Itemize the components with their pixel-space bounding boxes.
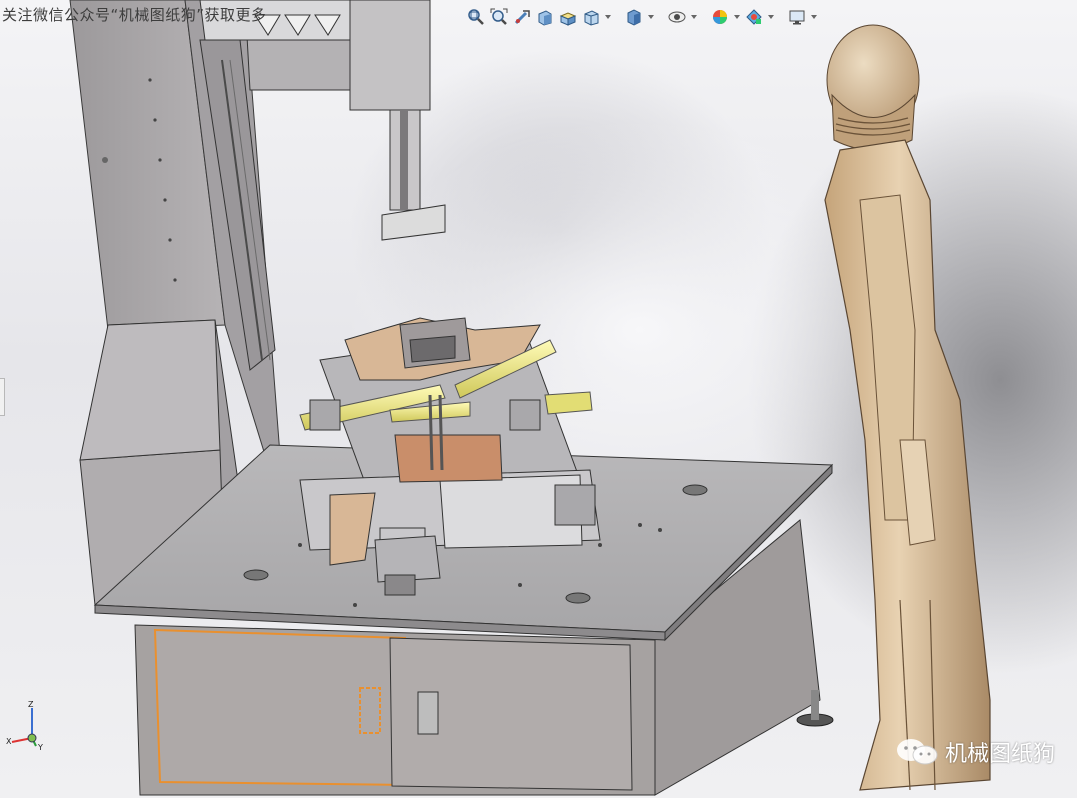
apply-scene-dropdown[interactable] [767, 7, 775, 27]
view-settings-icon[interactable] [787, 7, 807, 27]
edit-appearance-dropdown[interactable] [733, 7, 741, 27]
graphics-viewport[interactable]: 关注微信公众号“机械图纸狗”获取更多 Z X Y 机械图纸狗 [0, 0, 1077, 798]
display-style-icon[interactable] [624, 7, 644, 27]
zoom-to-area-icon[interactable] [489, 7, 509, 27]
mannequin-figure [824, 24, 991, 791]
svg-text:Z: Z [28, 700, 34, 709]
dynamic-annotation-view-icon[interactable] [558, 7, 578, 27]
svg-text:Y: Y [37, 743, 43, 750]
view-orientation-dropdown[interactable] [604, 7, 612, 27]
coordinate-triad-icon: Z X Y [6, 698, 46, 752]
watermark-top: 关注微信公众号“机械图纸狗”获取更多 [2, 6, 267, 24]
heads-up-view-toolbar [466, 6, 818, 28]
hide-show-items-icon[interactable] [667, 7, 687, 27]
watermark-bottom: 机械图纸狗 [895, 736, 1055, 768]
view-orientation-icon[interactable] [581, 7, 601, 27]
wechat-icon [895, 737, 939, 767]
zoom-to-fit-icon[interactable] [466, 7, 486, 27]
hide-show-items-dropdown[interactable] [690, 7, 698, 27]
watermark-bottom-text: 机械图纸狗 [944, 742, 1055, 767]
edit-appearance-icon[interactable] [710, 7, 730, 27]
display-style-dropdown[interactable] [647, 7, 655, 27]
cad-model-scene[interactable] [0, 0, 1077, 798]
svg-text:X: X [6, 737, 12, 746]
previous-view-icon[interactable] [512, 7, 532, 27]
apply-scene-icon[interactable] [744, 7, 764, 27]
view-settings-dropdown[interactable] [810, 7, 818, 27]
section-view-icon[interactable] [535, 7, 555, 27]
panel-collapse-handle[interactable] [0, 378, 5, 416]
